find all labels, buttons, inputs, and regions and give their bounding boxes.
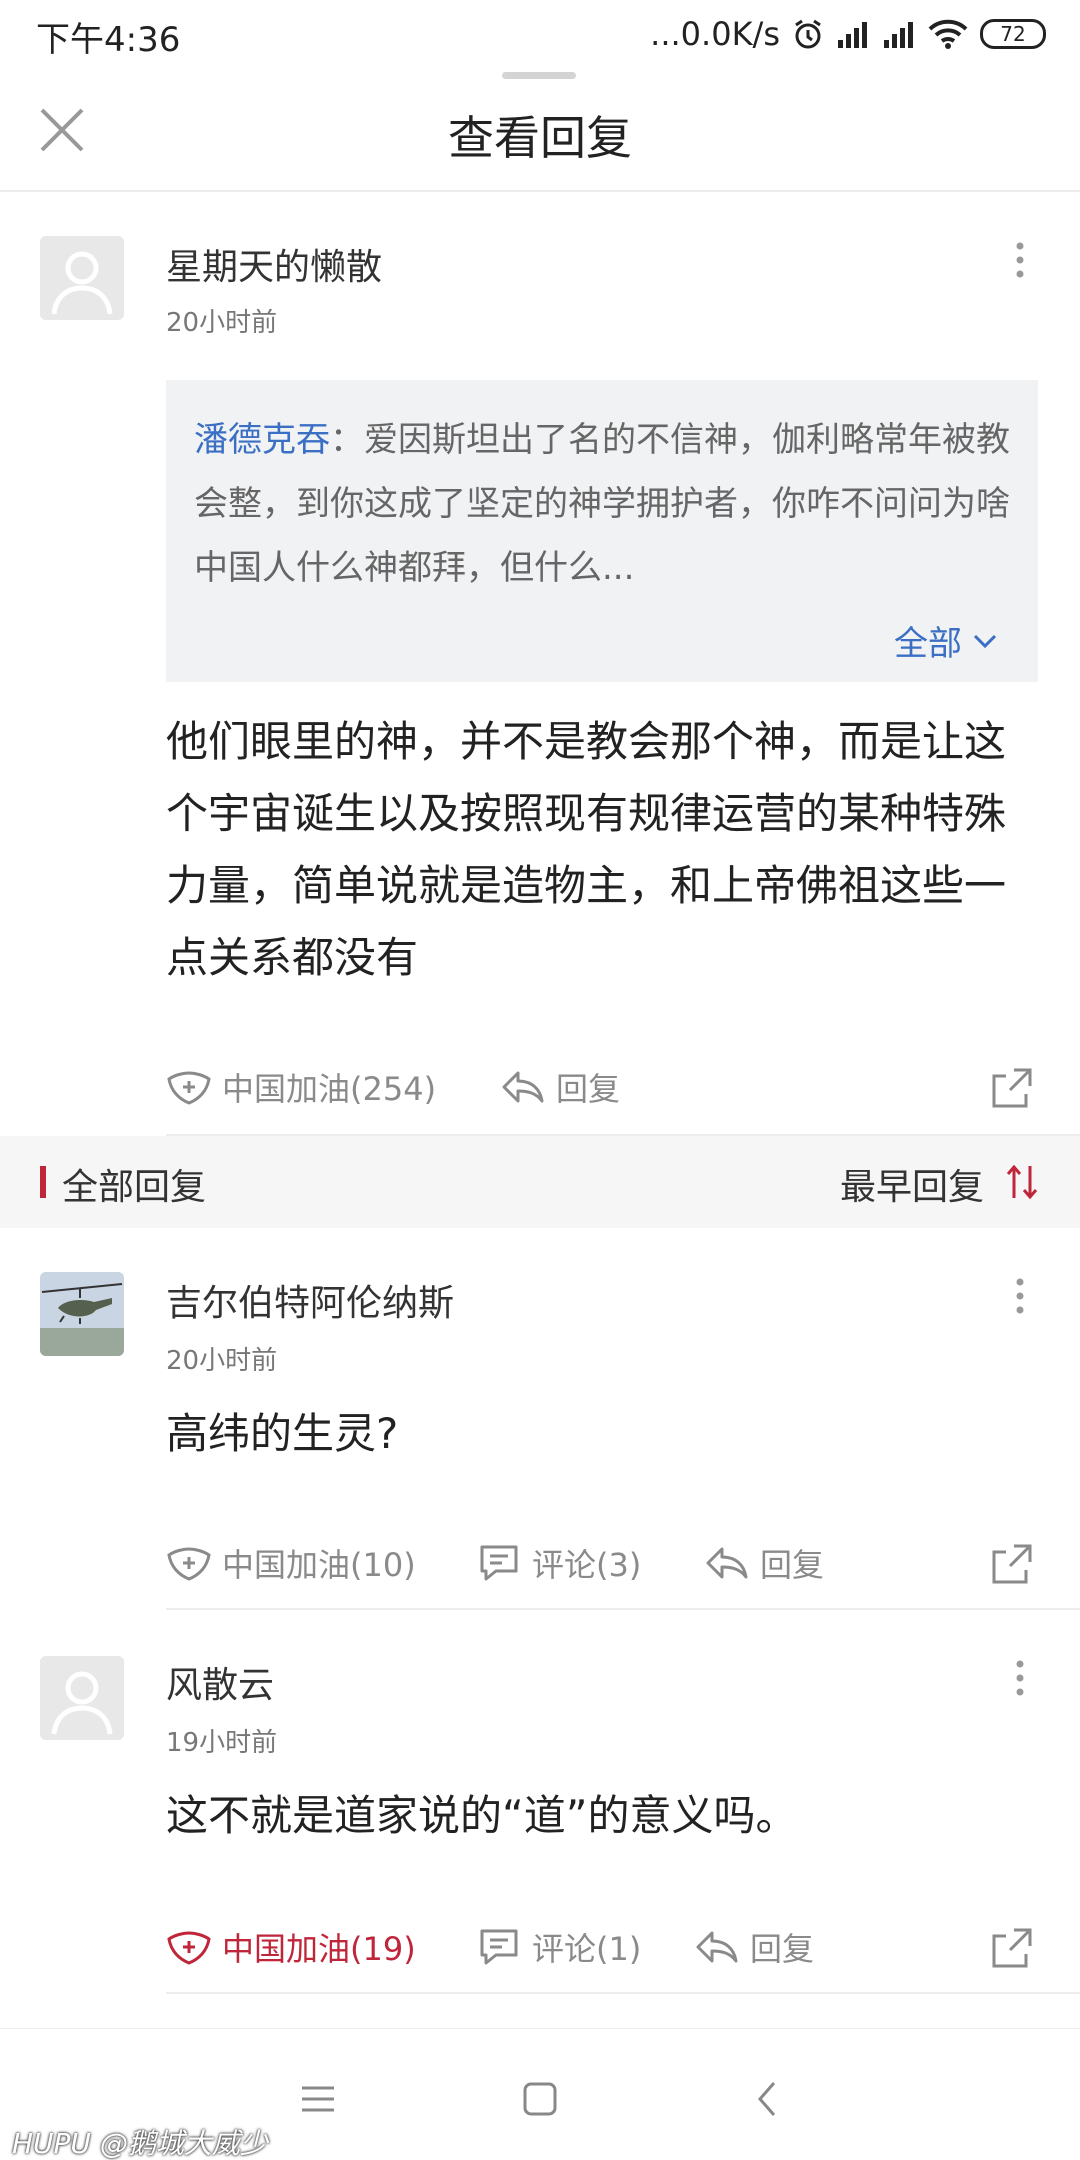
- default-avatar-icon: [40, 236, 124, 320]
- avatar[interactable]: [40, 236, 124, 320]
- header: 查看回复: [0, 82, 1080, 192]
- comment-text: 他们眼里的神，并不是教会那个神，而是让这个宇宙诞生以及按照现有规律运营的某种特殊…: [166, 717, 1007, 982]
- comment-icon: [480, 1929, 518, 1965]
- section-marker: [40, 1166, 46, 1198]
- reply-text: 这不就是道家说的“道”的意义吗。: [166, 1791, 798, 1840]
- cheer-icon: [167, 1547, 211, 1581]
- sort-icon[interactable]: [1004, 1162, 1040, 1202]
- quoted-comment[interactable]: 潘德克吞：爱因斯坦出了名的不信神，伽利略常年被教会整，到你这成了坚定的神学拥护者…: [166, 380, 1038, 682]
- chevron-down-icon: [973, 634, 997, 648]
- comment-icon: [480, 1545, 518, 1581]
- divider: [166, 1992, 1080, 1994]
- like-label: 中国加油(19): [222, 1930, 416, 1968]
- cheer-icon: [167, 1931, 211, 1965]
- cheer-icon: [167, 1071, 211, 1105]
- default-avatar-icon: [40, 1656, 124, 1740]
- like-label: 中国加油(254): [222, 1070, 437, 1108]
- more-options-icon[interactable]: [1006, 1658, 1034, 1698]
- wifi-icon: [928, 19, 968, 49]
- quote-text: 潘德克吞：爱因斯坦出了名的不信神，伽利略常年被教会整，到你这成了坚定的神学拥护者…: [194, 408, 1014, 600]
- like-button[interactable]: 中国加油(10): [166, 1540, 416, 1586]
- helicopter-avatar-icon: [40, 1272, 124, 1356]
- quote-author[interactable]: 潘德克吞: [194, 420, 330, 460]
- share-icon[interactable]: [990, 1540, 1036, 1586]
- page-title: 查看回复: [448, 111, 632, 165]
- reply-label: 回复: [760, 1546, 825, 1584]
- section-title: 全部回复: [62, 1167, 207, 1208]
- back-icon[interactable]: [748, 2079, 788, 2119]
- quote-separator: ：: [330, 420, 364, 460]
- status-icons: ...0.0K/s 72: [650, 12, 1046, 56]
- timestamp: 19小时前: [166, 1728, 278, 1758]
- reply-button[interactable]: 回复: [704, 1540, 824, 1586]
- reply-icon: [696, 1931, 738, 1963]
- divider: [166, 1608, 1080, 1610]
- battery-icon: 72: [980, 19, 1046, 49]
- username[interactable]: 吉尔伯特阿伦纳斯: [166, 1274, 454, 1326]
- sort-button[interactable]: 最早回复: [840, 1158, 984, 1210]
- network-speed: ...0.0K/s: [650, 15, 780, 53]
- all-replies-header: 全部回复 最早回复: [0, 1136, 1080, 1228]
- reply-text: 高纬的生灵?: [166, 1409, 399, 1458]
- expand-quote-button[interactable]: 全部: [894, 616, 998, 665]
- reply-button[interactable]: 回复: [500, 1064, 620, 1110]
- avatar[interactable]: [40, 1656, 124, 1740]
- like-label: 中国加油(10): [222, 1546, 416, 1584]
- menu-icon[interactable]: [298, 2079, 338, 2119]
- share-icon[interactable]: [990, 1924, 1036, 1970]
- status-time: 下午4:36: [36, 20, 181, 60]
- reply-icon: [502, 1071, 544, 1103]
- home-icon[interactable]: [520, 2079, 560, 2119]
- reply-button[interactable]: 回复: [694, 1924, 814, 1970]
- watermark: HUPU @鹅城大威少: [12, 2127, 268, 2160]
- comment-label: 评论(1): [532, 1930, 642, 1968]
- drag-handle[interactable]: [502, 72, 576, 79]
- more-options-icon[interactable]: [1006, 240, 1034, 280]
- comment-button[interactable]: 评论(3): [476, 1540, 641, 1586]
- expand-label: 全部: [894, 624, 962, 664]
- comment-button[interactable]: 评论(1): [476, 1924, 641, 1970]
- status-bar: 下午4:36 ...0.0K/s 72: [0, 0, 1080, 66]
- timestamp: 20小时前: [166, 1346, 278, 1376]
- share-icon[interactable]: [990, 1064, 1036, 1110]
- signal-hd-icon: [838, 22, 867, 48]
- like-button[interactable]: 中国加油(19): [166, 1924, 416, 1970]
- timestamp: 20小时前: [166, 308, 278, 338]
- reply-label: 回复: [750, 1930, 815, 1968]
- username[interactable]: 风散云: [166, 1656, 274, 1708]
- reply-icon: [706, 1547, 748, 1579]
- alarm-icon: [795, 19, 821, 49]
- comment-label: 评论(3): [532, 1546, 642, 1584]
- like-button[interactable]: 中国加油(254): [166, 1064, 436, 1110]
- username[interactable]: 星期天的懒散: [166, 238, 382, 290]
- more-options-icon[interactable]: [1006, 1276, 1034, 1316]
- reply-label: 回复: [556, 1070, 621, 1108]
- signal-icon: [884, 22, 913, 48]
- avatar[interactable]: [40, 1272, 124, 1356]
